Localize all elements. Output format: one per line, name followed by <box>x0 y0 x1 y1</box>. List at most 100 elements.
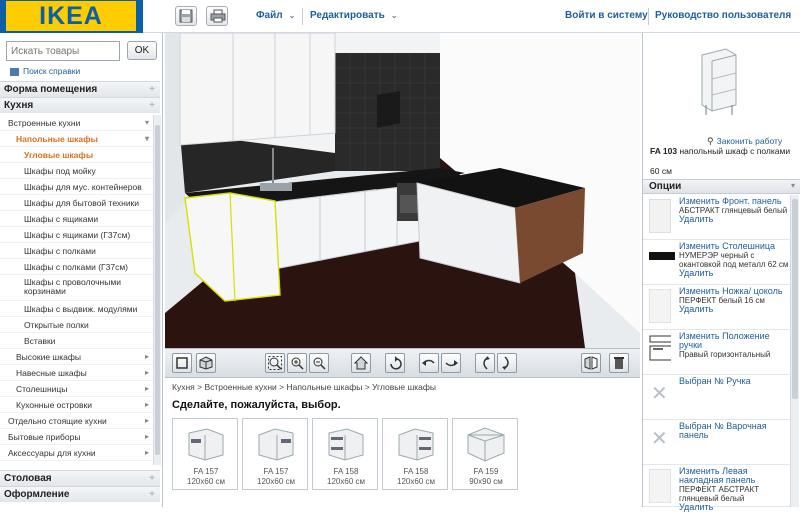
chevron-right-icon: ▸ <box>144 400 149 409</box>
item-code: FA 157 <box>263 467 289 476</box>
delete-button[interactable] <box>609 353 629 373</box>
select-hob-link[interactable]: Выбран № Варочная панель <box>679 422 791 440</box>
tree-item[interactable]: Вставки <box>0 333 153 349</box>
tree-item[interactable]: Шкафы с ящиками (Г37см) <box>0 227 153 243</box>
scrollbar-thumb[interactable] <box>155 125 160 455</box>
3d-view-button[interactable] <box>196 353 216 373</box>
tree-item[interactable]: Шкафы с полками (Г37см) <box>0 259 153 275</box>
home-view-button[interactable] <box>351 353 371 373</box>
delete-link[interactable]: Удалить <box>679 503 791 512</box>
tree-item[interactable]: Навесные шкафы ▸ <box>0 365 153 381</box>
zoom-fit-button[interactable] <box>265 353 285 373</box>
right-scrollbar[interactable] <box>790 195 799 507</box>
help-search-link[interactable]: Поиск справки <box>10 66 80 76</box>
home-icon <box>354 356 368 370</box>
3d-view[interactable] <box>165 33 640 348</box>
tree-item[interactable]: Шкафы с ящиками <box>0 211 153 227</box>
section-dining[interactable]: Столовая + <box>0 470 160 486</box>
delete-link[interactable]: Удалить <box>679 215 791 224</box>
option-text: Изменить Столешница НУМЕРЭР черный с ока… <box>679 242 791 278</box>
tree-item-label: Кухонные островки <box>16 400 92 410</box>
change-cover-panel-link[interactable]: Изменить Левая накладная панель <box>679 467 791 485</box>
option-text: Изменить Ножка/ цоколь ПЕРФЕКТ белый 16 … <box>679 287 791 314</box>
breadcrumb-item[interactable]: Встроенные кухни <box>204 382 276 392</box>
tree-item[interactable]: Встроенные кухни ▾ <box>0 115 153 131</box>
zoom-in-icon <box>291 357 304 370</box>
tree-item[interactable]: Открытые полки <box>0 317 153 333</box>
file-menu[interactable]: Файл ⌄ <box>256 10 295 21</box>
section-kitchen[interactable]: Кухня + <box>0 97 160 113</box>
breadcrumb-item[interactable]: Кухня <box>172 382 195 392</box>
choose-prompt: Сделайте, пожалуйста, выбор. <box>172 399 341 411</box>
edit-menu[interactable]: Редактировать ⌄ <box>310 10 397 21</box>
tree-item[interactable]: Аксессуары для кухни ▸ <box>0 445 153 461</box>
print-button[interactable] <box>206 6 228 26</box>
tilt-up-button[interactable] <box>475 353 495 373</box>
user-guide-link[interactable]: Руководство пользователя <box>655 10 791 21</box>
item-size: 120x60 см <box>187 477 225 486</box>
catalog-item[interactable]: FA 158 120x60 см <box>382 418 448 490</box>
help-icon <box>10 67 19 76</box>
delete-link[interactable]: Удалить <box>679 269 791 278</box>
magnifier-icon: ⚲ <box>707 136 714 146</box>
breadcrumb-item[interactable]: Угловые шкафы <box>372 382 436 392</box>
section-decor[interactable]: Оформление + <box>0 486 160 502</box>
chevron-right-icon: ▸ <box>144 448 149 457</box>
save-button[interactable] <box>175 6 197 26</box>
scrollbar-thumb[interactable] <box>792 199 798 399</box>
pan-right-button[interactable] <box>441 353 461 373</box>
section-room-shape[interactable]: Форма помещения + <box>0 81 160 97</box>
tree-item[interactable]: Высокие шкафы ▸ <box>0 349 153 365</box>
rotate-button[interactable] <box>385 353 405 373</box>
breadcrumb-item[interactable]: Напольные шкафы <box>286 382 362 392</box>
option-text: Изменить Левая накладная панель ПЕРФЕКТ … <box>679 467 791 512</box>
none-x-icon: ✕ <box>651 383 668 405</box>
ikea-logo: IKEA <box>0 0 143 33</box>
view-toolbar <box>165 348 640 378</box>
2d-view-button[interactable] <box>172 353 192 373</box>
tree-item[interactable]: Шкафы с выдвиж. модулями <box>0 301 153 317</box>
section-label: Оформление <box>4 489 70 500</box>
tree-item[interactable]: Шкафы с полками <box>0 243 153 259</box>
catalog-item[interactable]: FA 157 120x60 см <box>242 418 308 490</box>
change-leg-link[interactable]: Изменить Ножка/ цоколь <box>679 287 791 296</box>
tree-item[interactable]: Шкафы для мус. контейнеров <box>0 179 153 195</box>
select-handle-link[interactable]: Выбран № Ручка <box>679 377 791 386</box>
tree-item[interactable]: Столешницы ▸ <box>0 381 153 397</box>
breadcrumb: Кухня > Встроенные кухни > Напольные шка… <box>172 382 436 392</box>
change-handle-position-link[interactable]: Изменить Положение ручки <box>679 332 791 350</box>
zoom-out-button[interactable] <box>309 353 329 373</box>
search-ok-button[interactable]: OK <box>127 41 157 60</box>
options-header[interactable]: Опции ▾ <box>643 179 800 194</box>
search-input[interactable] <box>6 41 120 61</box>
tree-item[interactable]: Кухонные островки ▸ <box>0 397 153 413</box>
pan-left-button[interactable] <box>419 353 439 373</box>
printer-icon <box>210 9 226 23</box>
product-code: FA 103 <box>650 146 678 156</box>
tree-item-selected[interactable]: Угловые шкафы <box>0 147 153 163</box>
catalog-item[interactable]: FA 159 90x90 см <box>452 418 518 490</box>
login-link[interactable]: Войти в систему <box>565 10 648 21</box>
change-worktop-link[interactable]: Изменить Столешница <box>679 242 791 251</box>
option-leg: Изменить Ножка/ цоколь ПЕРФЕКТ белый 16 … <box>643 285 791 330</box>
left-scrollbar[interactable] <box>153 115 161 465</box>
tree-item[interactable]: Шкафы с проволочными корзинами <box>0 275 153 301</box>
change-front-link[interactable]: Изменить Фронт. панель <box>679 197 791 206</box>
tree-item[interactable]: Бытовые приборы ▸ <box>0 429 153 445</box>
item-code: FA 159 <box>473 467 499 476</box>
tree-item[interactable]: Отдельно стоящие кухни ▸ <box>0 413 153 429</box>
catalog-item[interactable]: FA 157 120x60 см <box>172 418 238 490</box>
tilt-down-button[interactable] <box>497 353 517 373</box>
tree-item[interactable]: Шкафы под мойку <box>0 163 153 179</box>
catalog-item[interactable]: FA 158 120x60 см <box>312 418 378 490</box>
option-front-panel: Изменить Фронт. панель АБСТРАКТ глянцевы… <box>643 195 791 240</box>
delete-link[interactable]: Удалить <box>679 305 791 314</box>
tree-item[interactable]: Напольные шкафы ▾ <box>0 131 153 147</box>
tree-item-label: Высокие шкафы <box>16 352 81 362</box>
item-code: FA 158 <box>403 467 429 476</box>
arrow-right-icon <box>445 360 458 367</box>
mirror-button[interactable] <box>581 353 601 373</box>
tree-item[interactable]: Шкафы для бытовой техники <box>0 195 153 211</box>
enlarge-label: Законить работу <box>716 136 783 146</box>
zoom-in-button[interactable] <box>287 353 307 373</box>
